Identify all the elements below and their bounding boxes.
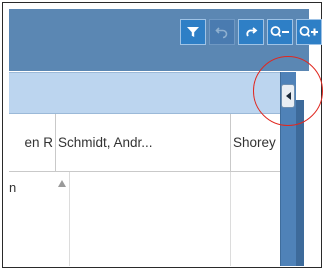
column-header[interactable]: Schmidt, Andr... bbox=[56, 114, 231, 172]
zoom-in-button[interactable] bbox=[296, 19, 322, 45]
zoom-out-icon bbox=[270, 26, 289, 38]
filter-button[interactable] bbox=[180, 19, 206, 45]
triangle-up-icon[interactable] bbox=[58, 180, 66, 187]
column-header[interactable]: en R bbox=[9, 114, 56, 172]
redo-button[interactable] bbox=[238, 19, 264, 45]
cell-text: n bbox=[9, 180, 17, 195]
column-header-label: Shorey bbox=[233, 135, 276, 150]
annotation-circle bbox=[253, 56, 323, 126]
data-grid: en R Schmidt, Andr... Shorey n bbox=[9, 114, 280, 266]
filter-icon bbox=[187, 27, 199, 37]
undo-button[interactable] bbox=[209, 19, 235, 45]
column-header-label: en R bbox=[24, 135, 53, 150]
grid-cell[interactable] bbox=[231, 172, 280, 266]
grid-cell[interactable]: n bbox=[9, 172, 70, 266]
redo-icon bbox=[246, 27, 258, 37]
zoom-out-button[interactable] bbox=[267, 19, 293, 45]
side-panel-shadow bbox=[296, 100, 304, 266]
zoom-in-icon bbox=[299, 26, 318, 38]
toolbar bbox=[180, 19, 324, 47]
column-header-label: Schmidt, Andr... bbox=[58, 135, 153, 150]
header-strip bbox=[9, 72, 280, 114]
undo-icon bbox=[215, 27, 228, 39]
grid-cell[interactable] bbox=[70, 172, 231, 266]
